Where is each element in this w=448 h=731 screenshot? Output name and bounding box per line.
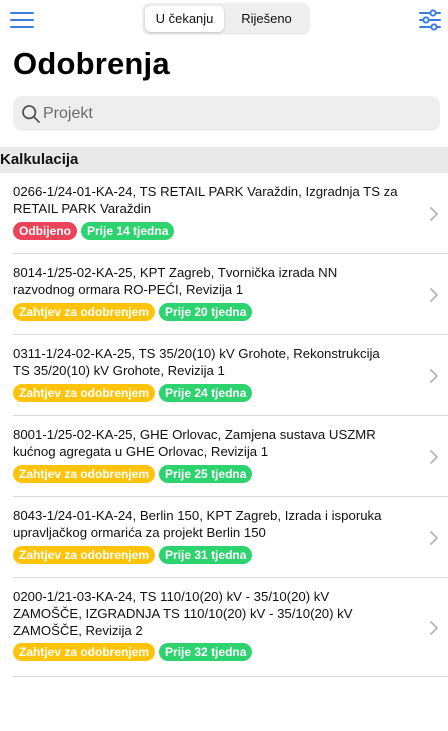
item-title: 8001-1/25-02-KA-25, GHE Orlovac, Zamjena…: [13, 427, 376, 459]
chevron-right-icon: [430, 369, 438, 383]
list-item[interactable]: 8001-1/25-02-KA-25, GHE Orlovac, Zamjena…: [0, 416, 448, 497]
list-item[interactable]: 0266-1/24-01-KA-24, TS RETAIL PARK Varaž…: [0, 173, 448, 254]
section-title: Kalkulacija: [0, 151, 79, 168]
menu-button[interactable]: [10, 10, 34, 30]
age-badge: Prije 24 tjedna: [159, 384, 253, 402]
search-placeholder: Projekt: [43, 105, 93, 122]
chevron-right-icon: [430, 450, 438, 464]
status-segment-control: U čekanju Riješeno: [142, 3, 310, 35]
chevron-right-icon: [430, 621, 438, 635]
chevron-right-icon: [430, 207, 438, 221]
item-title: 8014-1/25-02-KA-25, KPT Zagreb, Tvorničk…: [13, 265, 338, 297]
list-item[interactable]: 0311-1/24-02-KA-25, TS 35/20(10) kV Groh…: [0, 335, 448, 416]
chevron-right-icon: [430, 531, 438, 545]
search-input[interactable]: Projekt: [13, 96, 440, 131]
list-item[interactable]: 0200-1/21-03-KA-24, TS 110/10(20) kV - 3…: [0, 578, 448, 677]
age-badge: Prije 25 tjedna: [159, 465, 253, 483]
status-badge: Zahtjev za odobrenjem: [13, 384, 156, 402]
top-toolbar: U čekanju Riješeno: [0, 0, 448, 40]
list-item[interactable]: 8014-1/25-02-KA-25, KPT Zagreb, Tvorničk…: [0, 254, 448, 335]
item-title: 8043-1/24-01-KA-24, Berlin 150, KPT Zagr…: [13, 508, 382, 540]
page-title: Odobrenja: [13, 46, 170, 81]
status-badge: Zahtjev za odobrenjem: [13, 465, 156, 483]
age-badge: Prije 20 tjedna: [159, 303, 253, 321]
status-badge: Zahtjev za odobrenjem: [13, 643, 156, 661]
section-header: Kalkulacija: [0, 147, 448, 173]
age-badge: Prije 31 tjedna: [159, 546, 253, 564]
item-title: 0200-1/21-03-KA-24, TS 110/10(20) kV - 3…: [13, 589, 353, 638]
list-item[interactable]: 8043-1/24-01-KA-24, Berlin 150, KPT Zagr…: [0, 497, 448, 578]
filter-icon[interactable]: [418, 8, 442, 32]
status-badge: Odbijeno: [13, 222, 77, 240]
age-badge: Prije 32 tjedna: [159, 643, 253, 661]
age-badge: Prije 14 tjedna: [81, 222, 175, 240]
segment-pending[interactable]: U čekanju: [145, 6, 224, 32]
item-title: 0311-1/24-02-KA-25, TS 35/20(10) kV Groh…: [13, 346, 380, 378]
status-badge: Zahtjev za odobrenjem: [13, 303, 156, 321]
search-icon: [22, 105, 40, 123]
item-title: 0266-1/24-01-KA-24, TS RETAIL PARK Varaž…: [13, 184, 398, 216]
chevron-right-icon: [430, 288, 438, 302]
segment-resolved[interactable]: Riješeno: [226, 6, 307, 32]
status-badge: Zahtjev za odobrenjem: [13, 546, 156, 564]
